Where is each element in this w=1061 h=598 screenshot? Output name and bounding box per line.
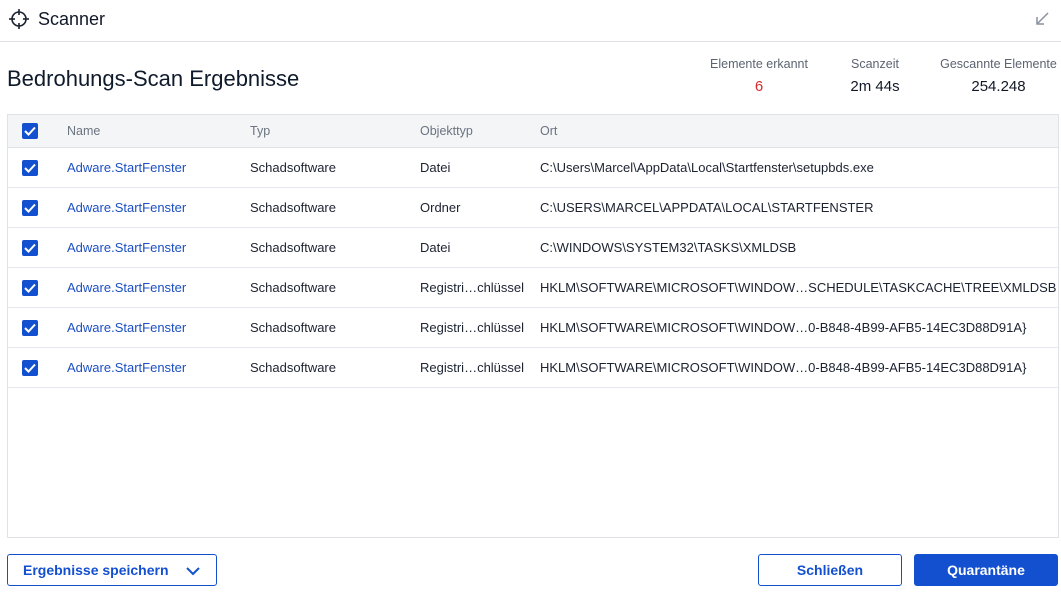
stat-label: Elemente erkannt <box>710 57 808 71</box>
column-header-type[interactable]: Typ <box>250 124 270 138</box>
threat-name-link[interactable]: Adware.StartFenster <box>67 360 186 375</box>
checkmark-icon <box>24 163 36 173</box>
crosshair-icon <box>9 9 29 29</box>
threat-type: Schadsoftware <box>250 320 336 335</box>
threat-name-link[interactable]: Adware.StartFenster <box>67 200 186 215</box>
row-checkbox[interactable] <box>22 280 38 296</box>
stat-label: Gescannte Elemente <box>940 57 1057 71</box>
stat-value: 2m 44s <box>850 78 900 95</box>
location: HKLM\SOFTWARE\MICROSOFT\WINDOW…SCHEDULE\… <box>540 280 1057 295</box>
object-type: Datei <box>420 160 451 175</box>
column-header-object-type[interactable]: Objekttyp <box>420 124 473 138</box>
checkmark-icon <box>24 283 36 293</box>
threat-name-link[interactable]: Adware.StartFenster <box>67 320 186 335</box>
table-row[interactable]: Adware.StartFenster Schadsoftware Datei … <box>8 148 1058 188</box>
chevron-down-icon <box>186 567 200 576</box>
stat-scanned: Gescannte Elemente 254.248 <box>936 57 1061 95</box>
checkmark-icon <box>24 323 36 333</box>
threat-type: Schadsoftware <box>250 160 336 175</box>
location: HKLM\SOFTWARE\MICROSOFT\WINDOW…0-B848-4B… <box>540 320 1027 335</box>
threat-type: Schadsoftware <box>250 240 336 255</box>
table-row[interactable]: Adware.StartFenster Schadsoftware Ordner… <box>8 188 1058 228</box>
stat-value: 254.248 <box>971 78 1026 95</box>
column-header-location[interactable]: Ort <box>540 124 557 138</box>
checkmark-icon <box>24 203 36 213</box>
select-all-checkbox[interactable] <box>22 123 38 139</box>
save-results-button[interactable]: Ergebnisse speichern <box>7 554 217 586</box>
stat-scan-time: Scanzeit 2m 44s <box>835 57 915 95</box>
table-row[interactable]: Adware.StartFenster Schadsoftware Regist… <box>8 268 1058 308</box>
checkmark-icon <box>24 363 36 373</box>
location: C:\WINDOWS\SYSTEM32\TASKS\XMLDSB <box>540 240 797 255</box>
table-row[interactable]: Adware.StartFenster Schadsoftware Regist… <box>8 308 1058 348</box>
arrow-down-left-icon[interactable] <box>1033 10 1051 28</box>
object-type: Registri…chlüssel <box>420 280 525 295</box>
threat-type: Schadsoftware <box>250 200 336 215</box>
location: C:\USERS\MARCEL\APPDATA\LOCAL\STARTFENST… <box>540 200 874 215</box>
close-button[interactable]: Schließen <box>758 554 902 586</box>
checkmark-icon <box>24 243 36 253</box>
object-type: Datei <box>420 240 451 255</box>
row-checkbox[interactable] <box>22 320 38 336</box>
results-table: Name Typ Objekttyp Ort Adware.StartFenst… <box>7 114 1059 538</box>
object-type: Ordner <box>420 200 461 215</box>
object-type: Registri…chlüssel <box>420 320 525 335</box>
save-results-label: Ergebnisse speichern <box>23 562 169 578</box>
table-row[interactable]: Adware.StartFenster Schadsoftware Regist… <box>8 348 1058 388</box>
threat-name-link[interactable]: Adware.StartFenster <box>67 240 186 255</box>
page-title: Bedrohungs-Scan Ergebnisse <box>7 66 300 91</box>
table-header: Name Typ Objekttyp Ort <box>8 115 1058 148</box>
location: C:\Users\Marcel\AppData\Local\Startfenst… <box>540 160 874 175</box>
object-type: Registri…chlüssel <box>420 360 525 375</box>
threat-name-link[interactable]: Adware.StartFenster <box>67 280 186 295</box>
threat-name-link[interactable]: Adware.StartFenster <box>67 160 186 175</box>
table-row[interactable]: Adware.StartFenster Schadsoftware Datei … <box>8 228 1058 268</box>
checkmark-icon <box>24 126 36 136</box>
column-header-name[interactable]: Name <box>67 124 100 138</box>
stat-detected: Elemente erkannt 6 <box>700 57 818 95</box>
stat-label: Scanzeit <box>851 57 899 71</box>
row-checkbox[interactable] <box>22 200 38 216</box>
threat-type: Schadsoftware <box>250 280 336 295</box>
row-checkbox[interactable] <box>22 240 38 256</box>
row-checkbox[interactable] <box>22 160 38 176</box>
location: HKLM\SOFTWARE\MICROSOFT\WINDOW…0-B848-4B… <box>540 360 1027 375</box>
stat-value: 6 <box>754 78 764 95</box>
row-checkbox[interactable] <box>22 360 38 376</box>
title-bar: Scanner <box>0 0 1061 42</box>
app-title: Scanner <box>38 9 106 29</box>
threat-type: Schadsoftware <box>250 360 336 375</box>
quarantine-button[interactable]: Quarantäne <box>914 554 1058 586</box>
